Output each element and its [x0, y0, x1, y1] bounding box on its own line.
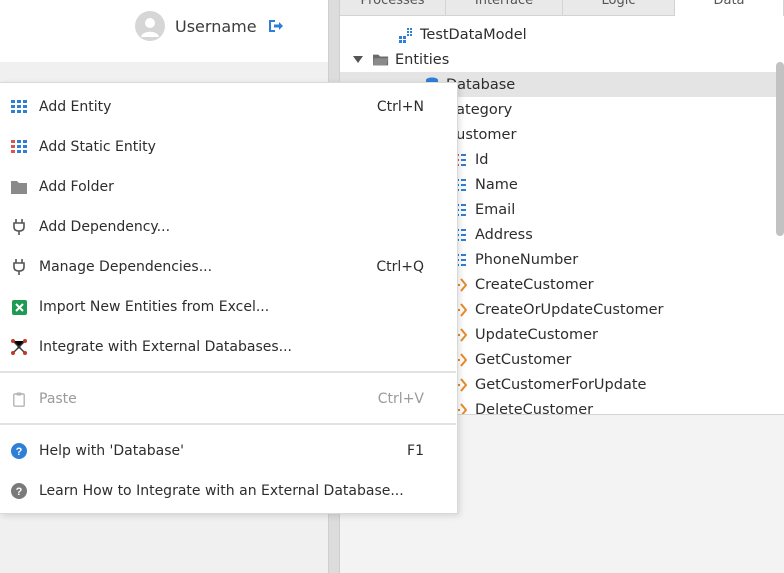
entity-table-icon — [10, 98, 28, 116]
user-icon — [141, 18, 159, 37]
tree-item-entities[interactable]: Entities — [340, 47, 784, 72]
menu-label: Integrate with External Databases... — [39, 339, 293, 355]
logout-icon[interactable] — [267, 17, 285, 35]
question-icon: ? — [10, 482, 28, 500]
menu-item-add-folder[interactable]: Add Folder — [0, 167, 456, 207]
menu-label: Learn How to Integrate with an External … — [39, 483, 404, 499]
menu-label: Add Entity — [39, 99, 112, 115]
tab-label: Interface — [474, 0, 534, 8]
help-icon: ? — [10, 442, 28, 460]
tree-label: Email — [475, 201, 516, 218]
tab-logic[interactable]: Logic — [563, 0, 675, 16]
menu-item-help[interactable]: ? Help with 'Database' F1 — [0, 431, 456, 471]
avatar[interactable] — [135, 11, 165, 41]
menu-label: Import New Entities from Excel... — [39, 299, 270, 315]
tree-label: UpdateCustomer — [475, 326, 598, 343]
tree-label: TestDataModel — [420, 26, 527, 43]
menu-item-add-static-entity[interactable]: Add Static Entity — [0, 127, 456, 167]
tab-processes[interactable]: Processes — [340, 0, 446, 16]
menu-shortcut: F1 — [407, 443, 424, 459]
tree-label: Address — [475, 226, 533, 243]
menu-separator — [0, 423, 456, 425]
menu-item-add-entity[interactable]: Add Entity Ctrl+N — [0, 87, 456, 127]
tab-label: Logic — [601, 0, 636, 8]
tab-label: Data — [713, 0, 745, 8]
excel-icon — [10, 298, 28, 316]
tree-label: CreateOrUpdateCustomer — [475, 301, 664, 318]
menu-label: Manage Dependencies... — [39, 259, 213, 275]
tree-label: Name — [475, 176, 518, 193]
menu-label: Help with 'Database' — [39, 443, 185, 459]
svg-text:?: ? — [16, 446, 23, 458]
tree-label: DeleteCustomer — [475, 401, 594, 415]
tree-label: GetCustomerForUpdate — [475, 376, 647, 393]
tab-interface[interactable]: Interface — [446, 0, 563, 16]
folder-icon — [373, 52, 389, 68]
menu-item-learn-integrate[interactable]: ? Learn How to Integrate with an Externa… — [0, 471, 456, 511]
tab-bar: Processes Interface Logic Data — [340, 0, 784, 16]
clipboard-icon — [10, 390, 28, 408]
menu-label: Add Folder — [39, 179, 114, 195]
tab-label: Processes — [360, 0, 425, 8]
menu-item-manage-dependencies[interactable]: Manage Dependencies... Ctrl+Q — [0, 247, 456, 287]
menu-item-integrate-external-db[interactable]: Integrate with External Databases... — [0, 327, 456, 367]
menu-label: Add Dependency... — [39, 219, 171, 235]
menu-shortcut: Ctrl+Q — [376, 259, 424, 275]
tree-item-testdatamodel[interactable]: TestDataModel — [340, 22, 784, 47]
tree-label: Id — [475, 151, 489, 168]
menu-item-paste[interactable]: Paste Ctrl+V — [0, 379, 456, 419]
menu-shortcut: Ctrl+N — [376, 99, 424, 115]
plug-icon — [10, 258, 28, 276]
user-area[interactable]: Username — [135, 11, 285, 41]
menu-shortcut: Ctrl+V — [377, 391, 424, 407]
tree-label: GetCustomer — [475, 351, 572, 368]
menu-separator — [0, 371, 456, 373]
static-entity-icon — [10, 138, 28, 156]
top-header: Username — [0, 0, 328, 63]
folder-icon — [10, 178, 28, 196]
tree-scrollbar[interactable] — [776, 62, 784, 236]
tree-label: CreateCustomer — [475, 276, 594, 293]
username-label: Username — [175, 16, 257, 36]
context-menu: Add Entity Ctrl+N Add Static Entity Add … — [0, 82, 458, 514]
svg-text:?: ? — [16, 486, 23, 498]
tree-label: PhoneNumber — [475, 251, 579, 268]
data-model-icon — [398, 27, 414, 43]
menu-label: Paste — [39, 391, 77, 407]
collapse-arrow-icon[interactable] — [353, 55, 363, 65]
tab-data[interactable]: Data — [675, 0, 784, 16]
menu-label: Add Static Entity — [39, 139, 156, 155]
menu-item-add-dependency[interactable]: Add Dependency... — [0, 207, 456, 247]
menu-item-import-excel[interactable]: Import New Entities from Excel... — [0, 287, 456, 327]
tree-label: Entities — [395, 51, 450, 68]
network-icon — [10, 338, 28, 356]
plug-icon — [10, 218, 28, 236]
